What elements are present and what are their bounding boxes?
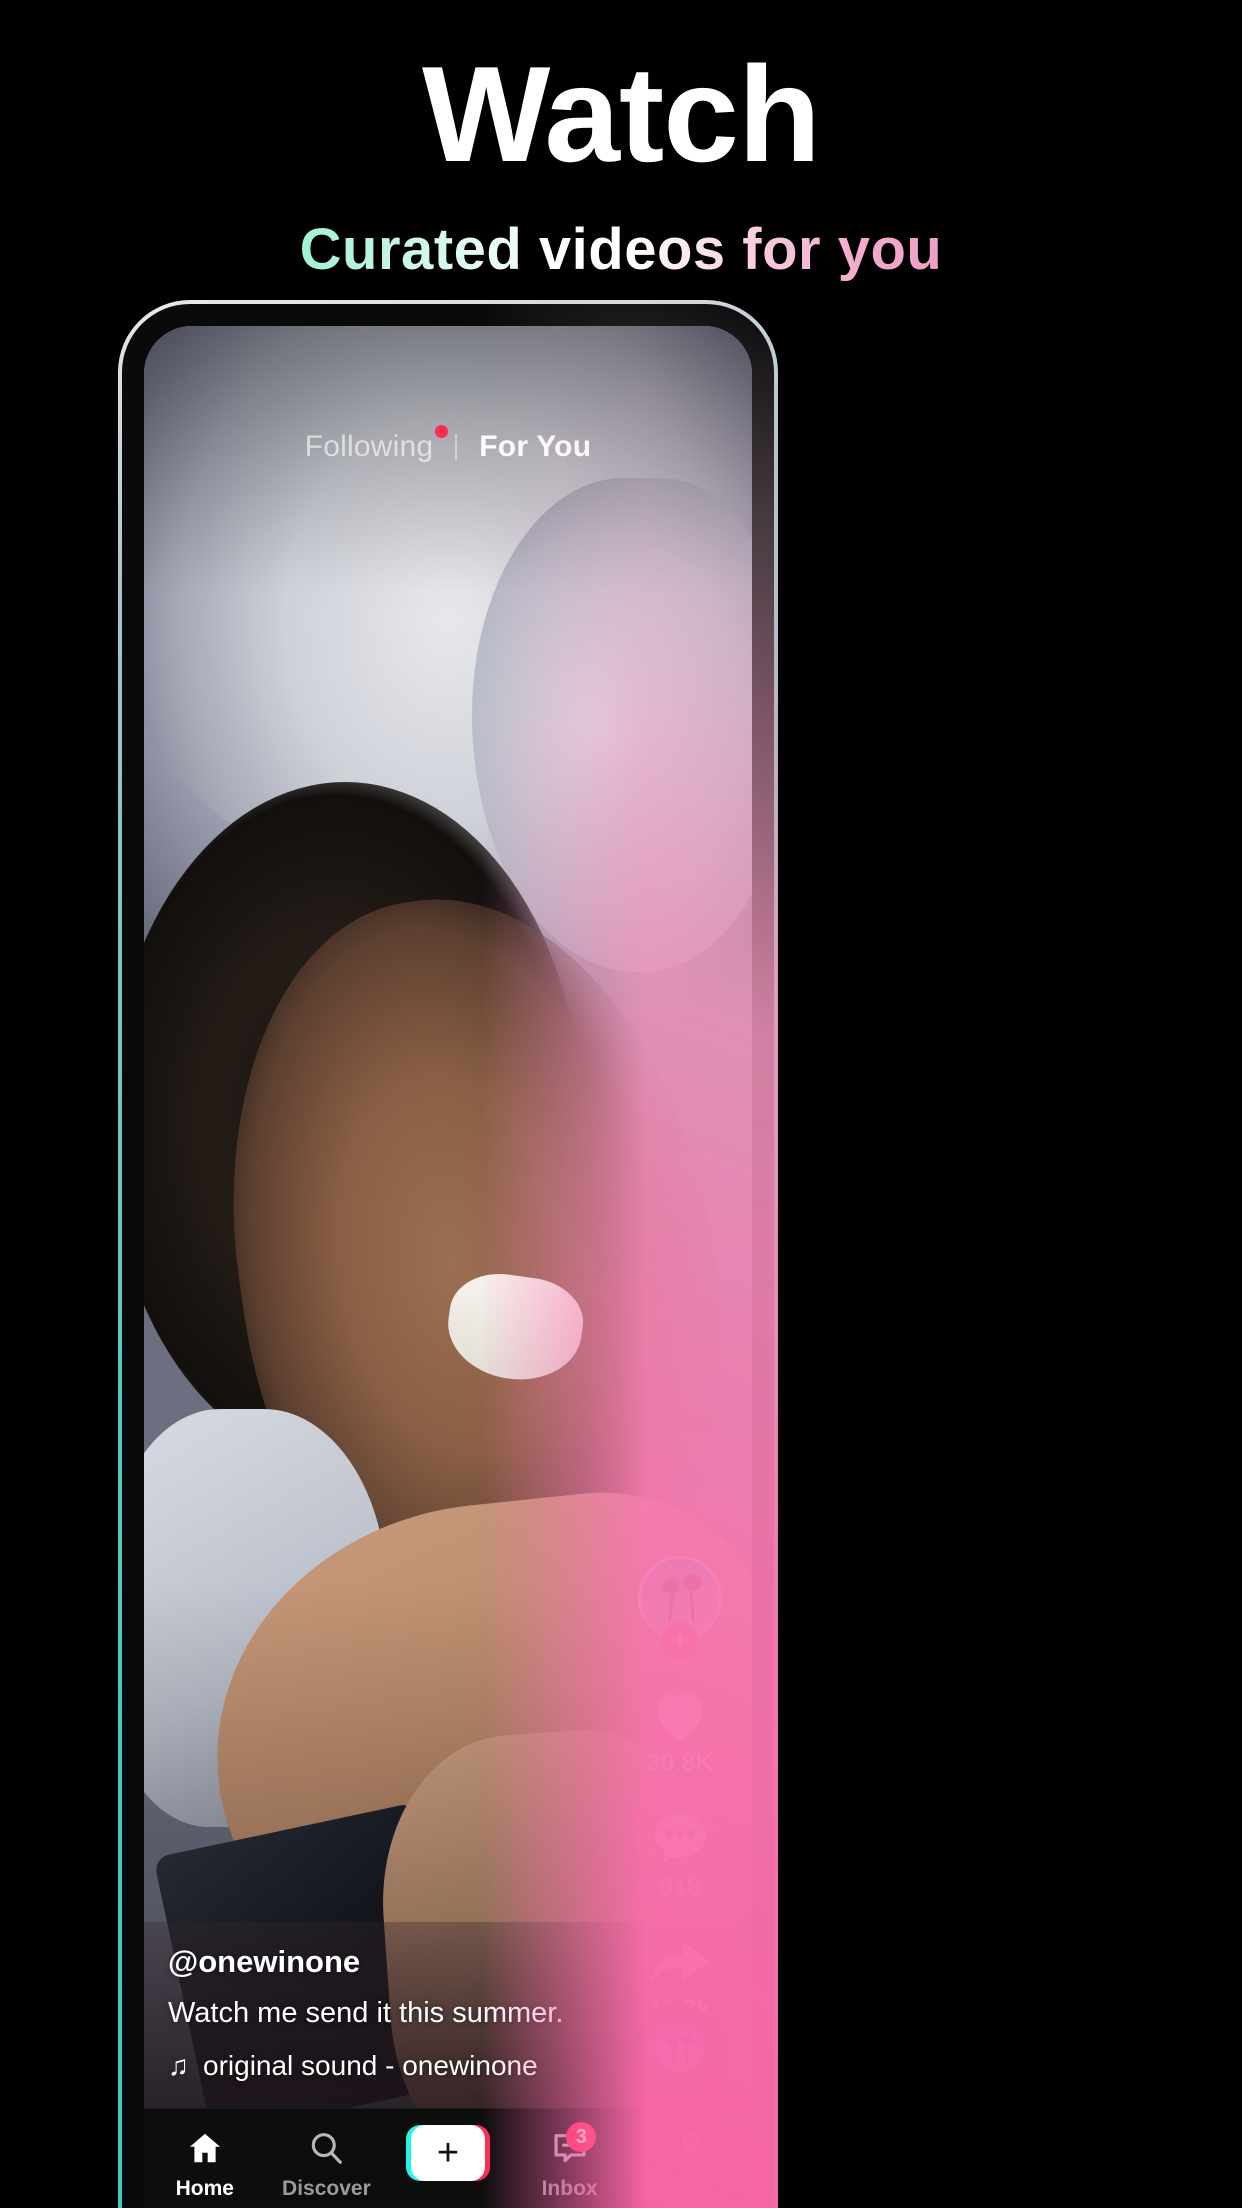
inbox-badge: 3 bbox=[566, 2122, 597, 2152]
tab-divider bbox=[455, 434, 458, 460]
hero-section: Watch Curated videos for you bbox=[0, 0, 1242, 283]
tab-following-label: Following bbox=[304, 430, 434, 463]
phone-bezel: Following For You + 30.8K 918 @onewinone… bbox=[122, 304, 774, 2208]
tab-following[interactable]: Following bbox=[304, 425, 449, 464]
music-row[interactable]: ♫ original sound - onewinone bbox=[168, 2050, 606, 2082]
nav-label-me: Me bbox=[676, 2177, 706, 2200]
like-count: 30.8K bbox=[646, 1749, 714, 1777]
video-caption: @onewinone Watch me send it this summer.… bbox=[168, 1944, 606, 2082]
phone-mockup: Following For You + 30.8K 918 @onewinone… bbox=[118, 300, 1124, 2208]
music-note-icon: ♫ bbox=[168, 2050, 189, 2081]
palm-tree-icon bbox=[681, 1573, 704, 1591]
phone-frame: Following For You + 30.8K 918 @onewinone… bbox=[118, 300, 778, 2208]
create-plus-symbol: + bbox=[410, 2125, 485, 2181]
nav-item-discover[interactable]: Discover bbox=[266, 2127, 388, 2201]
like-button[interactable]: 30.8K bbox=[646, 1684, 714, 1778]
nav-item-inbox[interactable]: 3 Inbox bbox=[509, 2122, 631, 2201]
phone-screen: Following For You + 30.8K 918 @onewinone… bbox=[144, 326, 752, 2208]
caption-text: Watch me send it this summer. bbox=[168, 1997, 564, 2029]
nav-label-home: Home bbox=[175, 2177, 234, 2200]
comment-count: 918 bbox=[659, 1873, 701, 1901]
share-icon bbox=[651, 1941, 710, 1982]
action-rail: + 30.8K 918 bbox=[638, 1556, 722, 2054]
record-album-art bbox=[655, 2025, 703, 2073]
creator-avatar-button[interactable]: + bbox=[638, 1556, 722, 1660]
bottom-navigation: Home Discover + 3 Inbox Me bbox=[144, 2108, 752, 2208]
feed-tab-bar: Following For You bbox=[144, 425, 752, 464]
heart-icon bbox=[656, 1694, 704, 1742]
home-icon bbox=[186, 2127, 224, 2169]
comment-icon bbox=[654, 1813, 706, 1863]
tab-for-you[interactable]: For You bbox=[479, 430, 591, 464]
page-subtitle: Curated videos for you bbox=[299, 217, 943, 282]
nav-item-me[interactable]: Me bbox=[630, 2127, 752, 2201]
creator-username[interactable]: @onewinone bbox=[168, 1944, 606, 1980]
music-title: original sound - onewinone bbox=[203, 2050, 538, 2081]
search-icon bbox=[307, 2127, 345, 2169]
nav-label-inbox: Inbox bbox=[541, 2177, 598, 2200]
nav-item-create[interactable]: + bbox=[387, 2125, 509, 2181]
person-icon bbox=[672, 2127, 710, 2169]
nav-item-home[interactable]: Home bbox=[144, 2127, 266, 2201]
palm-tree-icon bbox=[679, 2033, 694, 2045]
palm-tree-icon bbox=[660, 1577, 681, 1594]
app-store-promo-screen: Watch Curated videos for you Following F… bbox=[0, 0, 1242, 2208]
create-plus-icon[interactable]: + bbox=[405, 2125, 490, 2181]
follow-button[interactable]: + bbox=[661, 1622, 699, 1660]
comment-button[interactable]: 918 bbox=[648, 1808, 712, 1902]
palm-tree-icon bbox=[667, 2036, 680, 2047]
nav-label-discover: Discover bbox=[282, 2177, 371, 2200]
notification-dot-icon bbox=[435, 425, 449, 438]
page-title: Watch bbox=[422, 38, 821, 190]
spinning-record-icon[interactable] bbox=[634, 2004, 724, 2094]
